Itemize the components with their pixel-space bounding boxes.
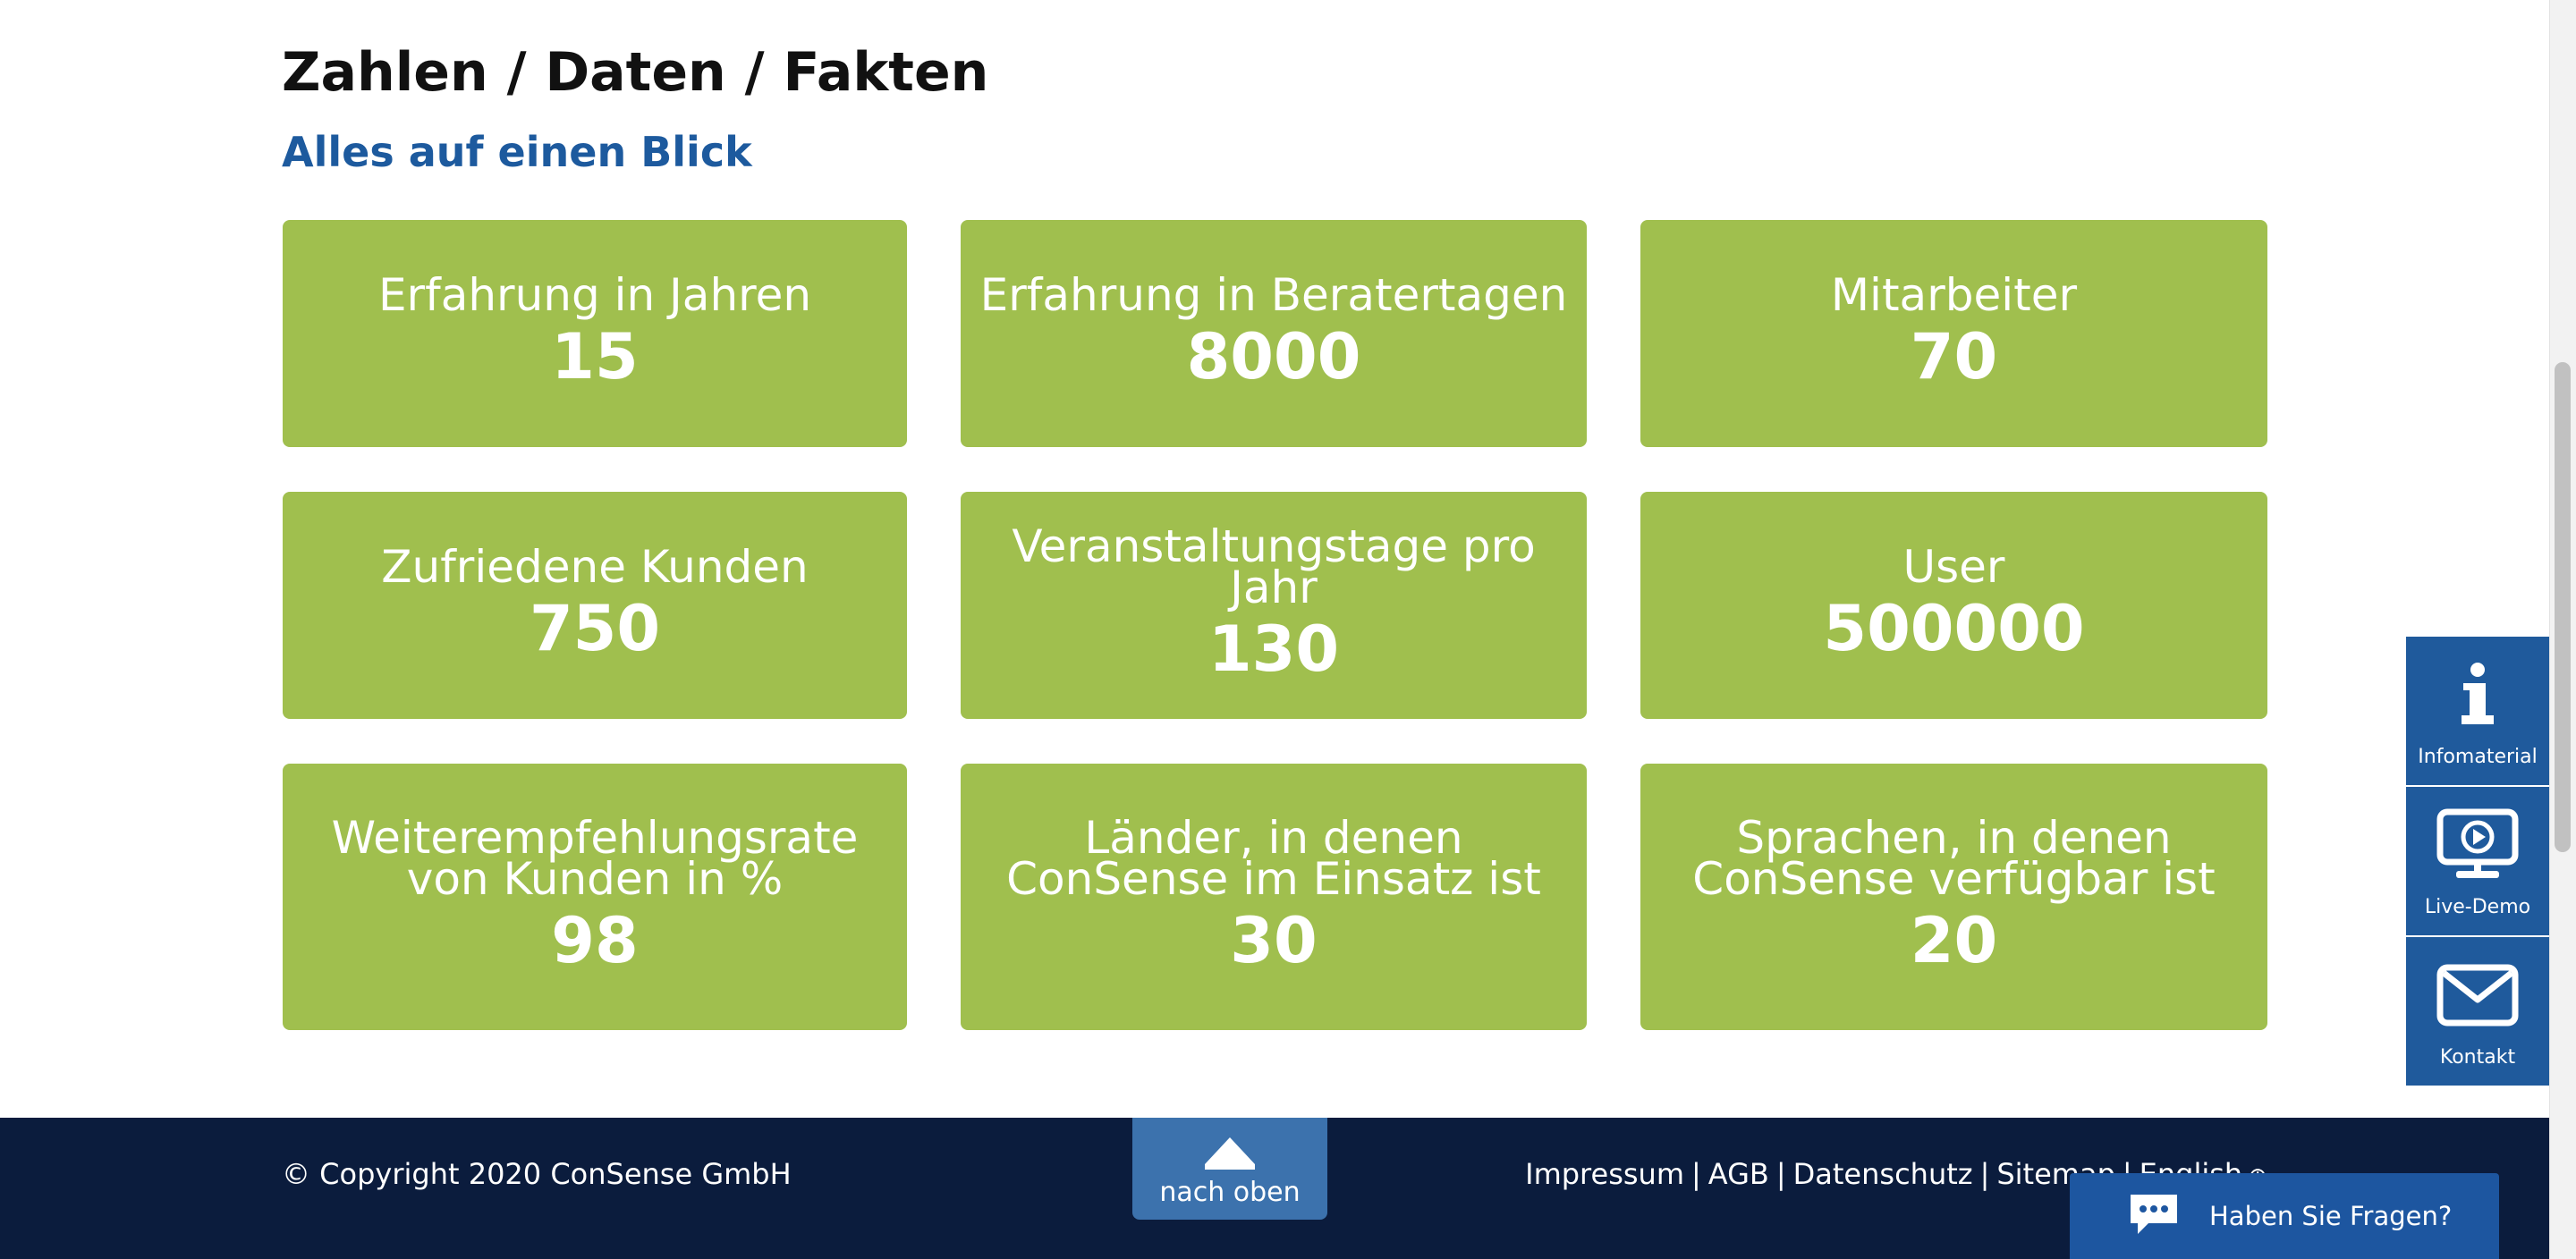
copyright-text: © Copyright 2020 ConSense GmbH <box>282 1157 792 1191</box>
fact-tile-languages: Sprachen, in denen ConSense verfügbar is… <box>1640 764 2267 1030</box>
envelope-icon <box>2406 955 2549 1035</box>
fact-tile-users: User 500000 <box>1640 492 2267 719</box>
fact-label: Mitarbeiter <box>1830 269 2078 321</box>
footer-link-datenschutz[interactable]: Datenschutz <box>1793 1157 1973 1191</box>
separator: | <box>1979 1157 1990 1191</box>
fact-tile-experience-years: Erfahrung in Jahren 15 <box>283 220 907 447</box>
fact-tile-recommendation-rate: Weiterempfehlungsrate von Kunden in % 98 <box>283 764 907 1030</box>
info-icon <box>2406 655 2549 735</box>
fact-label: User <box>1902 541 2005 593</box>
fact-value: 70 <box>1910 320 1998 393</box>
fact-value: 8000 <box>1186 320 1361 393</box>
arrow-up-icon <box>1205 1137 1255 1164</box>
fact-value: 98 <box>551 904 639 977</box>
fact-label: Länder, in denen ConSense im Einsatz ist <box>1006 812 1541 905</box>
fact-value: 30 <box>1230 904 1318 977</box>
side-item-kontakt[interactable]: Kontakt <box>2406 937 2549 1086</box>
chat-widget-label: Haben Sie Fragen? <box>2209 1201 2453 1231</box>
side-item-label: Kontakt <box>2439 1046 2516 1069</box>
fact-label: Erfahrung in Beratertagen <box>979 269 1568 321</box>
chat-widget-button[interactable]: Haben Sie Fragen? <box>2070 1173 2499 1259</box>
back-to-top-label: nach oben <box>1159 1177 1301 1208</box>
fact-label: Weiterempfehlungsrate von Kunden in % <box>331 812 859 905</box>
fact-label: Erfahrung in Jahren <box>377 269 812 321</box>
scrollbar-thumb[interactable] <box>2555 362 2571 852</box>
fact-value: 500000 <box>1823 592 2085 665</box>
page-subtitle: Alles auf einen Blick <box>282 128 752 176</box>
fact-tile-customers: Zufriedene Kunden 750 <box>283 492 907 719</box>
side-item-label: Infomaterial <box>2418 746 2538 768</box>
facts-grid: Erfahrung in Jahren 15 Erfahrung in Bera… <box>283 220 2267 1031</box>
separator: | <box>1690 1157 1701 1191</box>
chat-bubble-icon <box>2127 1191 2181 1241</box>
fact-tile-consultant-days: Erfahrung in Beratertagen 8000 <box>961 220 1587 447</box>
page-title: Zahlen / Daten / Fakten <box>282 41 989 104</box>
back-to-top-button[interactable]: nach oben <box>1132 1118 1327 1220</box>
fact-label: Veranstaltungstage pro Jahr <box>1012 520 1536 613</box>
fact-value: 15 <box>551 320 639 393</box>
fact-value: 130 <box>1208 613 1340 686</box>
side-item-label: Live-Demo <box>2424 896 2531 918</box>
side-item-infomaterial[interactable]: Infomaterial <box>2406 637 2549 785</box>
fact-label: Sprachen, in denen ConSense verfügbar is… <box>1692 812 2216 905</box>
fact-tile-employees: Mitarbeiter 70 <box>1640 220 2267 447</box>
footer-link-impressum[interactable]: Impressum <box>1525 1157 1684 1191</box>
fact-value: 750 <box>529 592 661 665</box>
footer-link-agb[interactable]: AGB <box>1708 1157 1769 1191</box>
monitor-play-icon <box>2406 805 2549 885</box>
side-quick-links: Infomaterial Live-Demo Kontakt <box>2406 637 2549 1087</box>
fact-tile-countries: Länder, in denen ConSense im Einsatz ist… <box>961 764 1587 1030</box>
fact-tile-event-days: Veranstaltungstage pro Jahr 130 <box>961 492 1587 719</box>
arrow-up-icon-base <box>1205 1164 1255 1170</box>
fact-value: 20 <box>1910 904 1998 977</box>
separator: | <box>1775 1157 1786 1191</box>
fact-label: Zufriedene Kunden <box>381 541 809 593</box>
side-item-live-demo[interactable]: Live-Demo <box>2406 787 2549 935</box>
